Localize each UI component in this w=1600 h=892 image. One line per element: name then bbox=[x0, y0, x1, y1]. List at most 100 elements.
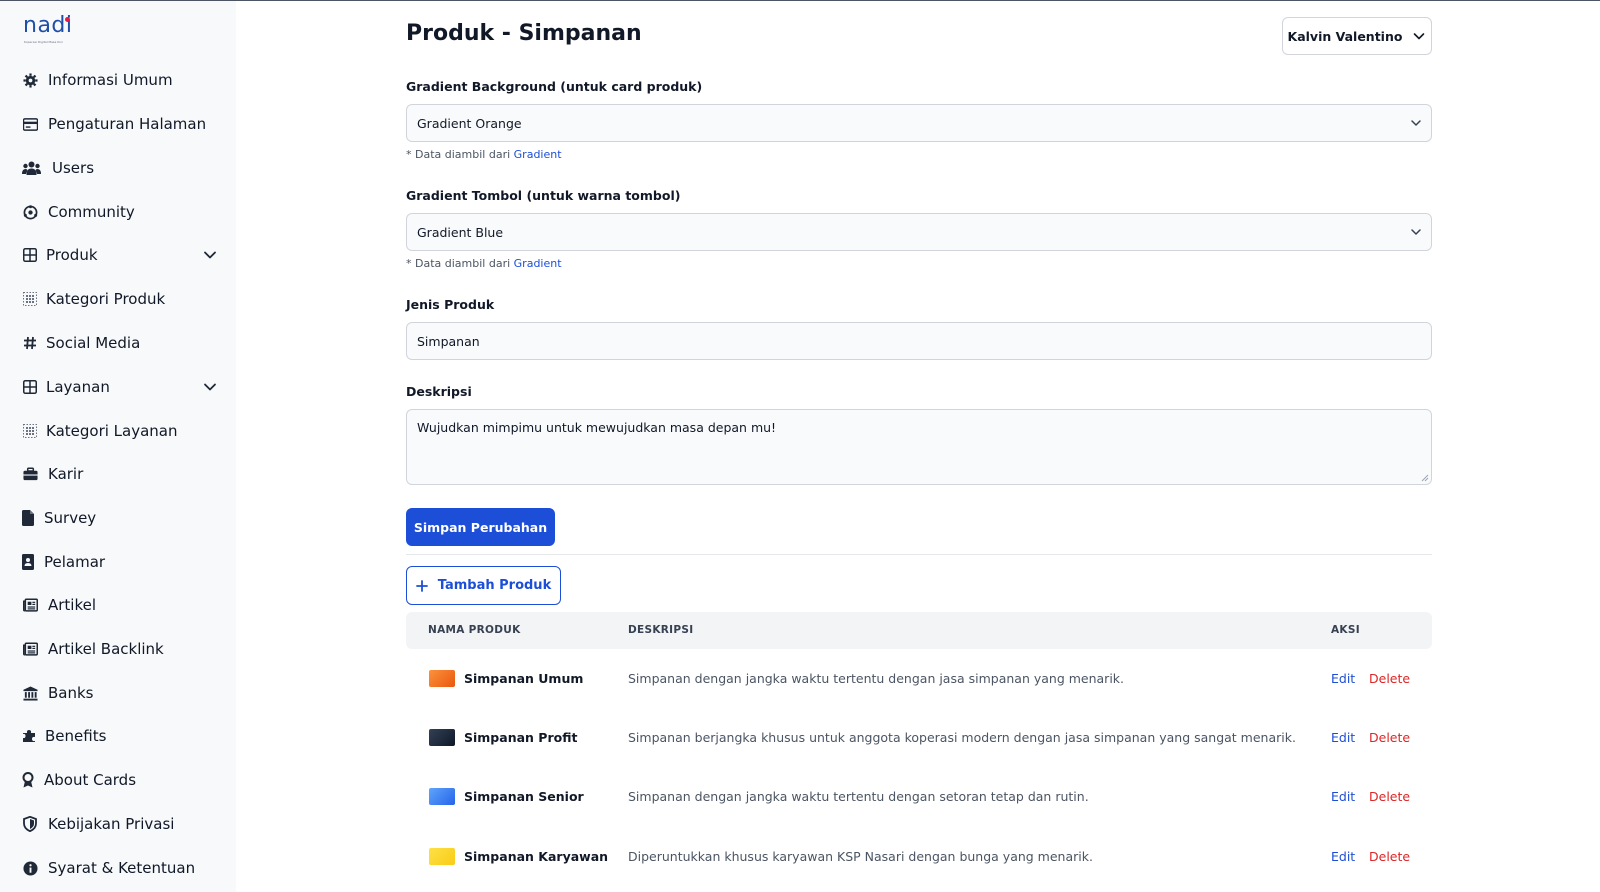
card-icon bbox=[22, 116, 38, 132]
gradient-background-hint: * Data diambil dari Gradient bbox=[406, 148, 562, 161]
award-icon bbox=[22, 772, 34, 788]
product-thumbnail bbox=[429, 729, 455, 746]
gradient-tombol-label: Gradient Tombol (untuk warna tombol) bbox=[406, 188, 681, 203]
sidebar-item-label: Karir bbox=[48, 465, 84, 483]
sidebar-item-label: Survey bbox=[44, 509, 97, 527]
gradient-link[interactable]: Gradient bbox=[514, 257, 562, 270]
column-header-nama-produk: NAMA PRODUK bbox=[428, 624, 521, 636]
table-row: Simpanan Senior Simpanan dengan jangka w… bbox=[406, 777, 1432, 817]
hash-icon bbox=[22, 335, 38, 351]
users-icon bbox=[22, 160, 41, 176]
sidebar-item-label: Banks bbox=[48, 684, 94, 702]
sidebar-item-users[interactable]: Users bbox=[22, 156, 218, 180]
sidebar-item-label: Pengaturan Halaman bbox=[48, 115, 207, 133]
sidebar-item-pengaturan-halaman[interactable]: Pengaturan Halaman bbox=[22, 112, 218, 136]
sidebar: nadi Koperasi Digital Masa Kini Informas… bbox=[0, 1, 236, 892]
sidebar-item-layanan[interactable]: Layanan bbox=[22, 375, 218, 399]
product-name: Simpanan Umum bbox=[464, 671, 584, 686]
product-name: Simpanan Profit bbox=[464, 730, 578, 745]
logo[interactable]: nadi Koperasi Digital Masa Kini bbox=[23, 15, 72, 45]
logo-dot bbox=[65, 17, 70, 22]
table-header: NAMA PRODUK DESKRIPSI AKSI bbox=[406, 612, 1432, 649]
save-changes-button[interactable]: Simpan Perubahan bbox=[406, 508, 555, 546]
newspaper-icon bbox=[22, 597, 38, 613]
product-thumbnail bbox=[429, 788, 455, 805]
gradient-background-select[interactable]: Gradient Orange bbox=[406, 104, 1432, 142]
edit-link[interactable]: Edit bbox=[1331, 730, 1355, 745]
divider bbox=[406, 554, 1432, 555]
product-thumbnail bbox=[429, 670, 455, 687]
gradient-tombol-select[interactable]: Gradient Blue bbox=[406, 213, 1432, 251]
sidebar-item-benefits[interactable]: Benefits bbox=[22, 724, 218, 748]
sidebar-item-kebijakan-privasi[interactable]: Kebijakan Privasi bbox=[22, 812, 218, 836]
product-description: Simpanan dengan jangka waktu tertentu de… bbox=[628, 671, 1125, 686]
hint-text: * Data diambil dari bbox=[406, 148, 511, 161]
sidebar-item-label: Artikel Backlink bbox=[48, 640, 164, 658]
sidebar-item-label: Produk bbox=[46, 246, 98, 264]
sidebar-item-produk[interactable]: Produk bbox=[22, 243, 218, 267]
sidebar-item-label: Kebijakan Privasi bbox=[48, 815, 175, 833]
gear-icon bbox=[22, 72, 38, 88]
edit-link[interactable]: Edit bbox=[1331, 671, 1355, 686]
product-description: Simpanan dengan jangka waktu tertentu de… bbox=[628, 789, 1089, 804]
briefcase-icon bbox=[22, 466, 38, 482]
product-name: Simpanan Senior bbox=[464, 789, 584, 804]
chevron-down-icon[interactable] bbox=[202, 247, 218, 263]
delete-link[interactable]: Delete bbox=[1369, 789, 1410, 804]
sidebar-item-kategori-layanan[interactable]: Kategori Layanan bbox=[22, 419, 218, 443]
sidebar-item-label: Syarat & Ketentuan bbox=[48, 859, 196, 877]
gradient-link[interactable]: Gradient bbox=[514, 148, 562, 161]
sidebar-item-artikel-backlink[interactable]: Artikel Backlink bbox=[22, 637, 218, 661]
sidebar-item-label: Informasi Umum bbox=[48, 71, 173, 89]
sidebar-item-survey[interactable]: Survey bbox=[22, 506, 218, 530]
hint-text: * Data diambil dari bbox=[406, 257, 511, 270]
logo-subtitle: Koperasi Digital Masa Kini bbox=[24, 40, 63, 44]
sidebar-item-social-media[interactable]: Social Media bbox=[22, 331, 218, 355]
sidebar-item-syarat-ketentuan[interactable]: Syarat & Ketentuan bbox=[22, 856, 218, 880]
chevron-down-icon bbox=[1414, 33, 1425, 40]
user-name: Kalvin Valentino bbox=[1287, 28, 1403, 44]
dots-grid-icon bbox=[22, 423, 38, 439]
newspaper-icon bbox=[22, 641, 38, 657]
textarea-value: Wujudkan mimpimu untuk mewujudkan masa d… bbox=[417, 420, 777, 435]
deskripsi-label: Deskripsi bbox=[406, 384, 472, 399]
sidebar-item-label: Kategori Produk bbox=[46, 290, 166, 308]
sidebar-item-community[interactable]: Community bbox=[22, 200, 218, 224]
column-header-aksi: AKSI bbox=[1331, 624, 1360, 636]
deskripsi-textarea[interactable]: Wujudkan mimpimu untuk mewujudkan masa d… bbox=[406, 409, 1432, 485]
column-header-deskripsi: DESKRIPSI bbox=[628, 624, 694, 636]
sidebar-item-banks[interactable]: Banks bbox=[22, 681, 218, 705]
sidebar-item-about-cards[interactable]: About Cards bbox=[22, 768, 218, 792]
sidebar-item-label: Social Media bbox=[46, 334, 141, 352]
product-description: Simpanan berjangka khusus untuk anggota … bbox=[628, 730, 1296, 745]
sidebar-item-kategori-produk[interactable]: Kategori Produk bbox=[22, 287, 218, 311]
sidebar-item-karir[interactable]: Karir bbox=[22, 462, 218, 486]
edit-link[interactable]: Edit bbox=[1331, 849, 1355, 864]
input-value: Simpanan bbox=[417, 333, 480, 349]
table-row: Simpanan Umum Simpanan dengan jangka wak… bbox=[406, 659, 1432, 699]
jenis-produk-input[interactable]: Simpanan bbox=[406, 322, 1432, 360]
delete-link[interactable]: Delete bbox=[1369, 849, 1410, 864]
sidebar-item-informasi-umum[interactable]: Informasi Umum bbox=[22, 68, 218, 92]
delete-link[interactable]: Delete bbox=[1369, 730, 1410, 745]
table-row: Simpanan Karyawan Diperuntukkan khusus k… bbox=[406, 837, 1432, 877]
dots-grid-icon bbox=[22, 291, 38, 307]
sidebar-item-pelamar[interactable]: Pelamar bbox=[22, 550, 218, 574]
select-value: Gradient Blue bbox=[417, 224, 504, 240]
delete-link[interactable]: Delete bbox=[1369, 671, 1410, 686]
grid-icon bbox=[22, 379, 38, 395]
chevron-down-icon[interactable] bbox=[202, 379, 218, 395]
page-title: Produk - Simpanan bbox=[406, 21, 642, 46]
info-icon bbox=[22, 860, 38, 876]
id-card-icon bbox=[22, 554, 34, 570]
sidebar-item-label: Artikel bbox=[48, 596, 97, 614]
document-icon bbox=[22, 510, 34, 526]
sidebar-item-label: Pelamar bbox=[44, 553, 106, 571]
add-product-button[interactable]: Tambah Produk bbox=[406, 566, 561, 605]
product-thumbnail bbox=[429, 848, 455, 865]
resize-handle-icon[interactable] bbox=[1421, 474, 1429, 482]
edit-link[interactable]: Edit bbox=[1331, 789, 1355, 804]
user-menu-button[interactable]: Kalvin Valentino bbox=[1282, 17, 1432, 55]
sidebar-item-artikel[interactable]: Artikel bbox=[22, 593, 218, 617]
puzzle-icon bbox=[22, 728, 36, 744]
